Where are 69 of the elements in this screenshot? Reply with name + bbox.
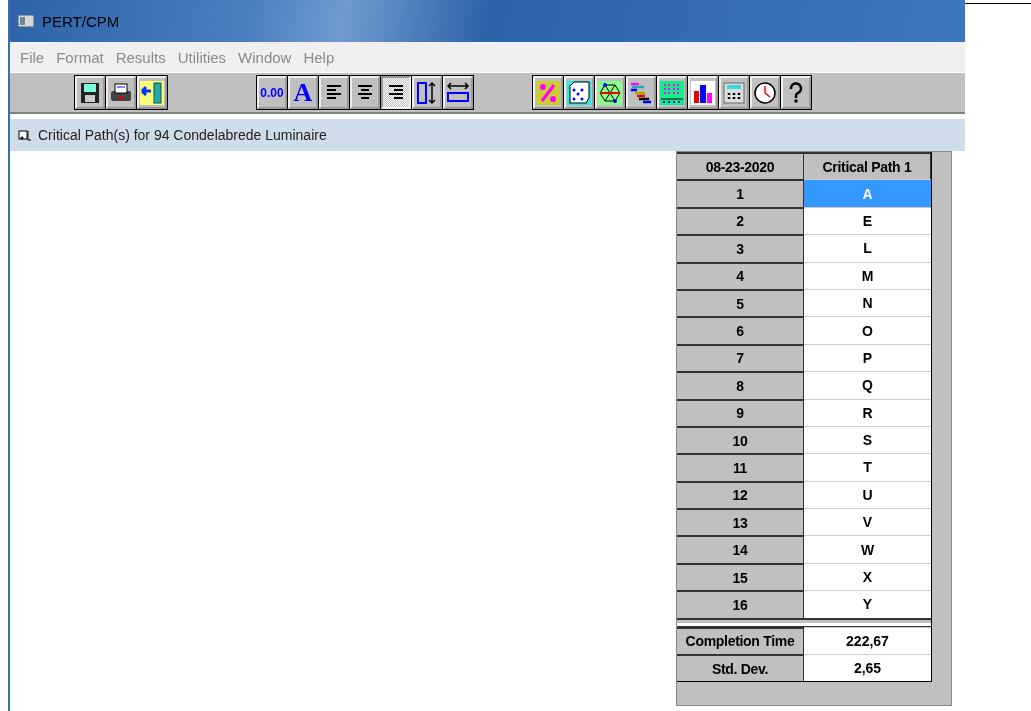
table-cell[interactable]: R (804, 398, 931, 426)
toolbar-button[interactable] (626, 76, 656, 109)
document-icon (18, 129, 32, 141)
dot-grid-icon (660, 80, 684, 105)
row-header: Std. Dev. (677, 654, 804, 682)
table-cell[interactable]: P (804, 343, 931, 372)
table-cell[interactable]: S (804, 425, 931, 454)
row-header: 2 (677, 206, 804, 235)
toolbar-button[interactable] (688, 76, 718, 109)
toolbar-button[interactable] (564, 76, 594, 109)
toolbar-button[interactable] (781, 76, 811, 109)
toolbar-button[interactable] (412, 76, 442, 109)
font-button[interactable]: A (288, 76, 318, 109)
toolbar-button[interactable] (137, 76, 167, 109)
table-cell[interactable]: T (804, 453, 931, 481)
toolbar-button[interactable] (75, 76, 105, 109)
table-cell[interactable]: W (804, 535, 931, 563)
column-header: Critical Path 1 (804, 152, 931, 180)
toolbar-button[interactable] (350, 76, 380, 109)
row-header: 16 (677, 590, 804, 618)
table-cell[interactable]: X (804, 562, 931, 591)
row-header: 8 (677, 371, 804, 399)
column-width-icon (446, 80, 470, 105)
row-height-icon (415, 80, 439, 105)
row-header: 9 (677, 398, 804, 426)
row-header: 15 (677, 562, 804, 591)
toolbar-button[interactable] (750, 76, 780, 109)
table-cell[interactable]: Y (804, 590, 931, 618)
row-header: 14 (677, 535, 804, 563)
toolbar-button[interactable] (106, 76, 136, 109)
decimals-button[interactable]: 0.00 (257, 76, 287, 109)
row-header: 10 (677, 425, 804, 454)
clock-icon (753, 80, 777, 105)
toolbar-button[interactable] (443, 76, 473, 109)
toolbar-button[interactable] (381, 76, 411, 109)
network-icon (598, 80, 622, 105)
toolbar-button[interactable] (319, 76, 349, 109)
row-header: 12 (677, 480, 804, 509)
table-cell[interactable]: O (804, 316, 931, 344)
table-cell[interactable]: L (804, 234, 931, 262)
row-header: 13 (677, 508, 804, 536)
bar-chart-icon (691, 80, 715, 105)
table-cell[interactable]: M (804, 261, 931, 289)
column-header: 08-23-2020 (677, 152, 804, 180)
exit-door-icon (140, 80, 164, 105)
row-header: 11 (677, 453, 804, 481)
toolbar-button[interactable] (719, 76, 749, 109)
calculator-icon (722, 80, 746, 105)
row-header: 5 (677, 288, 804, 317)
table-cell[interactable]: N (804, 288, 931, 317)
table-cell[interactable]: V (804, 508, 931, 536)
table-cell: 222,67 (804, 626, 931, 655)
table-cell[interactable]: U (804, 480, 931, 509)
gantt-chart-icon (629, 80, 653, 105)
app-icon (18, 15, 34, 27)
table-cell[interactable]: Q (804, 371, 931, 399)
row-header: 3 (677, 234, 804, 262)
dice-icon (567, 80, 591, 105)
row-header: 1 (677, 179, 804, 207)
table-cell[interactable]: E (804, 206, 931, 235)
row-header: 4 (677, 261, 804, 289)
row-header: 7 (677, 343, 804, 372)
row-header: 6 (677, 316, 804, 344)
table-cell: 2,65 (804, 654, 931, 682)
window-title: PERT/CPM (42, 12, 120, 30)
row-header: Completion Time (677, 626, 804, 655)
percent-icon (536, 80, 560, 105)
document-title: Critical Path(s) for 94 Condelabrede Luminaire (38, 127, 327, 143)
toolbar-button[interactable] (595, 76, 625, 109)
